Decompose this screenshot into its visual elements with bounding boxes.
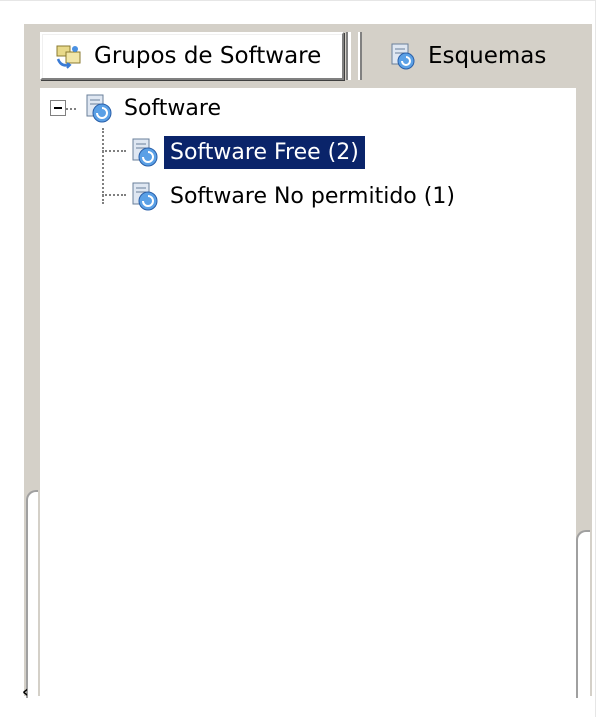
tab-label: Grupos de Software xyxy=(94,43,322,69)
software-tree[interactable]: Software Software Free (2) Software No p… xyxy=(40,88,576,696)
chevron-left-icon[interactable]: ‹ xyxy=(22,682,29,701)
tabbed-panel: Grupos de Software Esquemas Software Sof… xyxy=(24,24,592,696)
software-icon xyxy=(132,182,158,211)
tab-strip: Grupos de Software Esquemas xyxy=(24,24,592,88)
tree-connector xyxy=(102,194,126,196)
software-groups-window: Grupos de Software Esquemas Software Sof… xyxy=(0,0,596,717)
tab-esquemas[interactable]: Esquemas xyxy=(360,32,586,80)
tree-node-software-no-permitido[interactable]: Software No permitido (1) xyxy=(128,176,461,216)
tree-connector xyxy=(102,150,126,152)
tree-connector xyxy=(66,108,76,110)
tab-label: Esquemas xyxy=(428,43,547,69)
software-icon xyxy=(132,138,158,167)
left-splitter-edge[interactable] xyxy=(26,490,38,698)
software-icon xyxy=(86,94,112,123)
tab-grupos-de-software[interactable]: Grupos de Software xyxy=(40,32,344,80)
tab-divider xyxy=(346,32,351,80)
software-groups-icon xyxy=(56,45,81,69)
tree-connector xyxy=(102,128,104,204)
right-splitter-edge[interactable] xyxy=(576,530,590,698)
tree-node-label: Software No permitido (1) xyxy=(170,183,455,209)
tree-node-software[interactable]: Software xyxy=(82,88,227,128)
tree-node-label: Software xyxy=(124,95,221,121)
frame-border xyxy=(0,0,596,1)
tree-node-software-free[interactable]: Software Free (2) xyxy=(128,132,365,172)
tree-node-label: Software Free (2) xyxy=(164,135,365,169)
schemes-icon xyxy=(391,43,415,70)
collapse-toggle[interactable] xyxy=(50,100,66,116)
